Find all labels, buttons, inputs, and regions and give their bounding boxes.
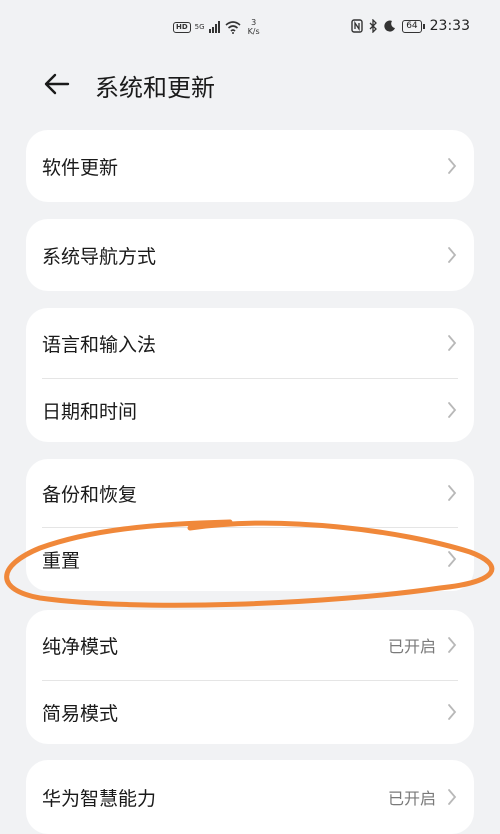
status-bar: HD 5G 3 K/s 64 23:33 — [0, 0, 500, 60]
chevron-right-icon — [448, 158, 457, 174]
network-type: 5G — [194, 23, 205, 31]
network-speed: 3 K/s — [248, 18, 260, 36]
settings-item-navigation[interactable]: 系统导航方式 — [26, 219, 474, 291]
card-navigation: 系统导航方式 — [26, 219, 474, 291]
settings-item-reset[interactable]: 重置 — [26, 527, 474, 591]
back-button[interactable] — [38, 66, 74, 102]
settings-item-label: 纯净模式 — [42, 635, 119, 658]
chevron-right-icon — [448, 789, 457, 805]
divider — [42, 680, 458, 681]
speed-unit: K/s — [247, 27, 260, 36]
card-language-date: 语言和输入法 日期和时间 — [26, 308, 474, 442]
status-left: HD 5G 3 K/s — [173, 18, 260, 36]
card-software-update: 软件更新 — [26, 130, 474, 202]
battery-indicator: 64 — [402, 19, 426, 33]
settings-item-label: 备份和恢复 — [42, 483, 138, 506]
settings-item-label: 语言和输入法 — [42, 333, 157, 356]
settings-item-label: 软件更新 — [42, 156, 119, 179]
settings-item-simple-mode[interactable]: 简易模式 — [26, 680, 474, 744]
settings-item-label: 简易模式 — [42, 702, 119, 725]
chevron-right-icon — [448, 637, 457, 653]
settings-item-date-time[interactable]: 日期和时间 — [26, 378, 474, 442]
settings-item-software-update[interactable]: 软件更新 — [26, 130, 474, 202]
settings-item-value: 已开启 — [387, 789, 436, 808]
divider — [42, 378, 458, 379]
nfc-icon — [351, 19, 363, 33]
page-title: 系统和更新 — [95, 74, 215, 102]
settings-item-label: 日期和时间 — [42, 400, 138, 423]
moon-icon — [384, 20, 396, 32]
chevron-right-icon — [448, 485, 457, 501]
back-arrow-icon — [44, 73, 70, 95]
chevron-right-icon — [448, 247, 457, 263]
chevron-right-icon — [448, 335, 457, 351]
divider — [42, 527, 458, 528]
settings-item-pure-mode[interactable]: 纯净模式 已开启 — [26, 610, 474, 680]
speed-value: 3 — [251, 18, 257, 27]
chevron-right-icon — [448, 402, 457, 418]
status-right: 64 23:33 — [351, 18, 470, 34]
chevron-right-icon — [448, 704, 457, 720]
page-header: 系统和更新 — [0, 60, 500, 110]
settings-item-huawei-ai[interactable]: 华为智慧能力 已开启 — [26, 760, 474, 834]
card-huawei-ai: 华为智慧能力 已开启 — [26, 760, 474, 834]
settings-item-backup-restore[interactable]: 备份和恢复 — [26, 459, 474, 527]
chevron-right-icon — [448, 551, 457, 567]
settings-item-label: 系统导航方式 — [42, 245, 157, 268]
signal-icon — [208, 21, 220, 33]
hd-badge: HD — [173, 21, 191, 33]
card-modes: 纯净模式 已开启 简易模式 — [26, 610, 474, 744]
card-backup-reset: 备份和恢复 重置 — [26, 459, 474, 591]
settings-item-label: 重置 — [42, 549, 81, 572]
settings-item-language-input[interactable]: 语言和输入法 — [26, 308, 474, 378]
status-time: 23:33 — [429, 18, 470, 34]
bluetooth-icon — [369, 19, 378, 33]
settings-item-label: 华为智慧能力 — [42, 787, 157, 810]
settings-item-value: 已开启 — [387, 637, 436, 656]
wifi-icon — [225, 20, 241, 34]
